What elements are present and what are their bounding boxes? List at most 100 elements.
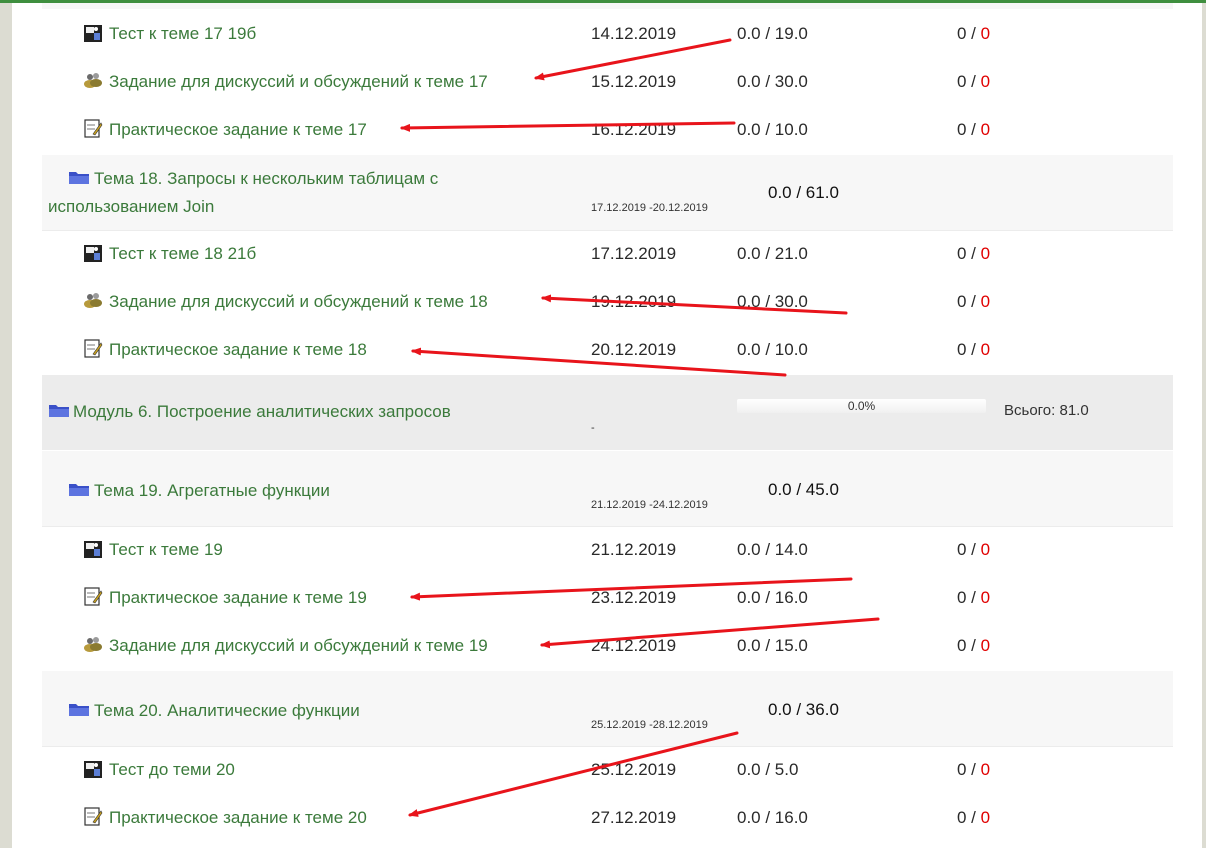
assignment-icon <box>83 119 103 138</box>
activity-score: 0.0 / 15.0 <box>737 636 808 655</box>
activity-row: Практическое задание к теме 19 23.12.201… <box>12 585 1202 615</box>
assignment-icon <box>83 807 103 826</box>
forum-icon <box>83 635 103 654</box>
activity-row: Практическое задание к теме 20 27.12.201… <box>12 805 1202 835</box>
topic-total-max: / 45.0 <box>791 480 839 499</box>
attempts-failed: 0 <box>980 636 991 655</box>
activity-score: 0.0 / 19.0 <box>737 24 808 43</box>
quiz-icon <box>83 540 103 559</box>
activity-attempts: 0 / 0 <box>957 292 990 312</box>
attempts-done: 0 / <box>957 24 981 43</box>
activity-attempts: 0 / 0 <box>957 540 990 560</box>
activity-link[interactable]: Задание для дискуссий и обсуждений к тем… <box>109 72 488 92</box>
attempts-done: 0 / <box>957 72 981 91</box>
topic-date-range: 17.12.2019 -20.12.2019 <box>591 202 708 214</box>
activity-date: 19.12.2019 <box>591 292 677 311</box>
attempts-failed: 0 <box>980 760 991 779</box>
attempts-failed: 0 <box>980 808 991 827</box>
module-row: Модуль 6. Построение аналитических запро… <box>42 375 1173 450</box>
assignment-icon <box>83 339 103 358</box>
topic-row: Тема 20. Аналитические функции 25.12.201… <box>42 671 1173 747</box>
activity-score: 0.0 / 5.0 <box>737 760 799 779</box>
topic-total-earned: 0.0 <box>768 480 792 499</box>
topic-row: Тема 19. Агрегатные функции 21.12.2019 -… <box>42 451 1173 527</box>
activity-score: 0.0 / 10.0 <box>737 120 808 139</box>
activity-date: 15.12.2019 <box>591 72 677 91</box>
module-dates: - <box>591 422 595 434</box>
activity-score: 0.0 / 14.0 <box>737 540 808 559</box>
activity-score: 0.0 / 30.0 <box>737 72 808 91</box>
topic-total-earned: 0.0 <box>768 700 792 719</box>
activity-link[interactable]: Задание для дискуссий и обсуждений к тем… <box>109 292 488 312</box>
activity-row: Тест к теме 18 21б 17.12.2019 0.0 / 21.0… <box>12 241 1202 271</box>
module-total: Всього: 81.0 <box>1004 402 1089 419</box>
forum-icon <box>83 291 103 310</box>
attempts-done: 0 / <box>957 760 981 779</box>
attempts-failed: 0 <box>980 588 991 607</box>
topic-link[interactable]: Тема 20. Аналитические функции <box>94 697 360 725</box>
activity-date: 21.12.2019 <box>591 540 677 559</box>
activity-attempts: 0 / 0 <box>957 72 990 92</box>
quiz-icon <box>83 244 103 263</box>
activity-row: Тест к теме 17 19б 14.12.2019 0.0 / 19.0… <box>12 21 1202 51</box>
module-link[interactable]: Модуль 6. Построение аналитических запро… <box>73 398 451 426</box>
activity-row: Задание для дискуссий и обсуждений к тем… <box>12 633 1202 663</box>
activity-date: 27.12.2019 <box>591 808 677 827</box>
folder-icon <box>48 403 70 418</box>
activity-score: 0.0 / 10.0 <box>737 340 808 359</box>
attempts-done: 0 / <box>957 340 981 359</box>
activity-score: 0.0 / 16.0 <box>737 588 808 607</box>
activity-date: 24.12.2019 <box>591 636 677 655</box>
attempts-done: 0 / <box>957 292 981 311</box>
attempts-failed: 0 <box>980 24 991 43</box>
activity-date: 20.12.2019 <box>591 340 677 359</box>
progress-label: 0.0% <box>847 399 876 413</box>
activity-date: 25.12.2019 <box>591 760 677 779</box>
activity-attempts: 0 / 0 <box>957 244 990 264</box>
quiz-icon <box>83 24 103 43</box>
activity-link[interactable]: Тест к теме 19 <box>109 540 223 560</box>
attempts-done: 0 / <box>957 636 981 655</box>
activity-score: 0.0 / 16.0 <box>737 808 808 827</box>
activity-link[interactable]: Тест к теме 18 21б <box>109 244 256 264</box>
attempts-failed: 0 <box>980 340 991 359</box>
attempts-done: 0 / <box>957 808 981 827</box>
attempts-done: 0 / <box>957 120 981 139</box>
attempts-failed: 0 <box>980 72 991 91</box>
activity-attempts: 0 / 0 <box>957 760 990 780</box>
quiz-icon <box>83 760 103 779</box>
activity-date: 14.12.2019 <box>591 24 677 43</box>
activity-link[interactable]: Практическое задание к теме 19 <box>109 588 367 608</box>
attempts-failed: 0 <box>980 292 991 311</box>
activity-link[interactable]: Практическое задание к теме 20 <box>109 808 367 828</box>
topic-total-earned: 0.0 <box>768 183 792 202</box>
activity-link[interactable]: Тест к теме 17 19б <box>109 24 256 44</box>
topic-date-range: 21.12.2019 -24.12.2019 <box>591 499 708 511</box>
attempts-failed: 0 <box>980 120 991 139</box>
activity-attempts: 0 / 0 <box>957 120 990 140</box>
activity-score: 0.0 / 21.0 <box>737 244 808 263</box>
activity-link[interactable]: Практическое задание к теме 18 <box>109 340 367 360</box>
activity-link[interactable]: Практическое задание к теме 17 <box>109 120 367 140</box>
activity-row: Задание для дискуссий и обсуждений к тем… <box>12 69 1202 99</box>
topic-total: 0.0 / 61.0 <box>768 183 839 203</box>
activity-attempts: 0 / 0 <box>957 340 990 360</box>
topic-total: 0.0 / 36.0 <box>768 700 839 720</box>
activity-row: Практическое задание к теме 18 20.12.201… <box>12 337 1202 367</box>
attempts-done: 0 / <box>957 588 981 607</box>
activity-attempts: 0 / 0 <box>957 636 990 656</box>
activity-link[interactable]: Задание для дискуссий и обсуждений к тем… <box>109 636 488 656</box>
activity-attempts: 0 / 0 <box>957 24 990 44</box>
activity-link[interactable]: Тест до теми 20 <box>109 760 235 780</box>
assignment-icon <box>83 587 103 606</box>
activity-date: 17.12.2019 <box>591 244 677 263</box>
activity-date: 16.12.2019 <box>591 120 677 139</box>
activity-row: Тест до теми 20 25.12.2019 0.0 / 5.0 0 /… <box>12 757 1202 787</box>
attempts-done: 0 / <box>957 540 981 559</box>
topic-link[interactable]: Тема 18. Запросы к нескольким таблицам с… <box>48 165 518 221</box>
folder-icon <box>68 702 90 717</box>
module-progress-bar: 0.0% <box>737 399 986 413</box>
topic-link[interactable]: Тема 19. Агрегатные функции <box>94 477 330 505</box>
forum-icon <box>83 71 103 90</box>
attempts-done: 0 / <box>957 244 981 263</box>
